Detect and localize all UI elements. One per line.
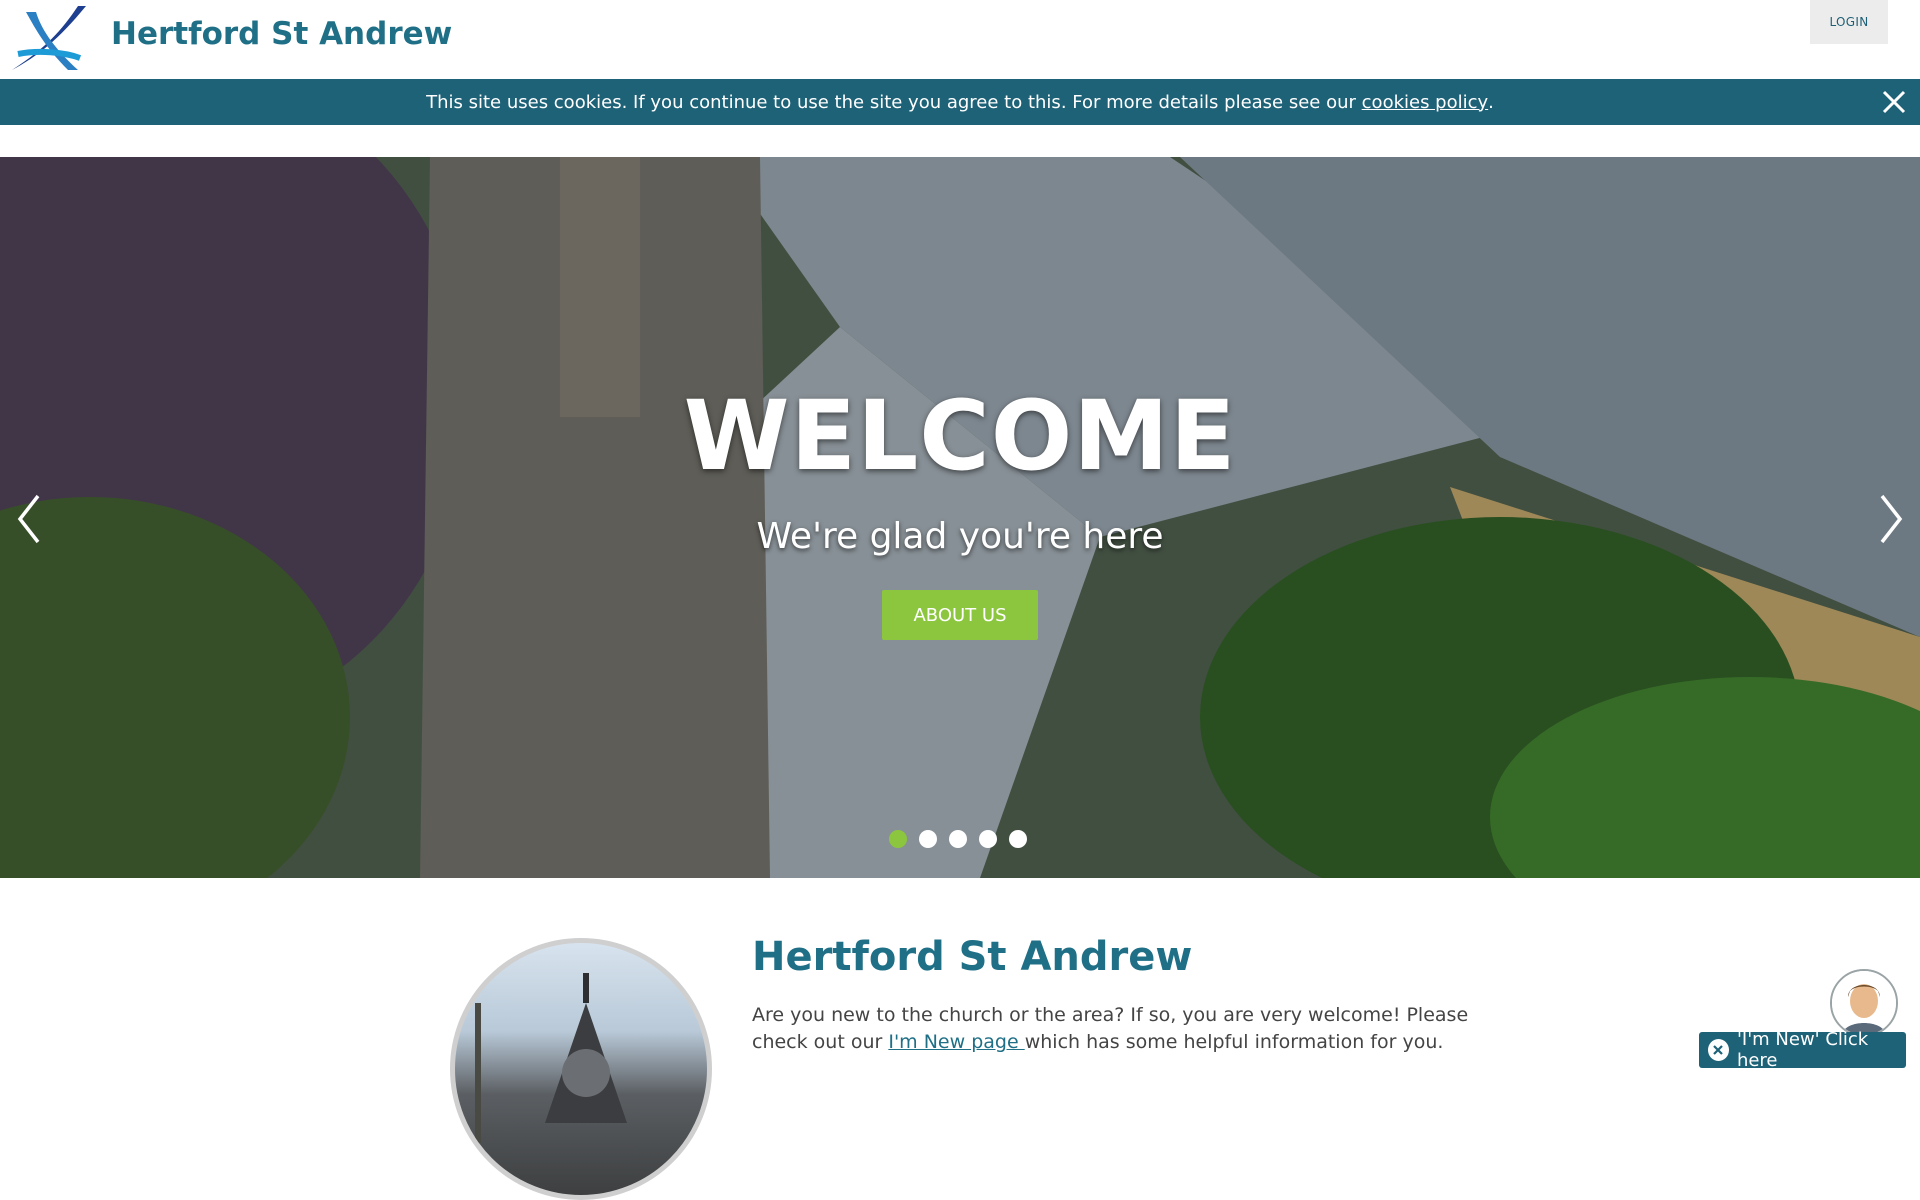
intro-text-end: which has some helpful information for y… [1024, 1031, 1444, 1053]
im-new-label: 'I'm New' Click here [1736, 1029, 1869, 1071]
login-button[interactable]: LOGIN [1810, 0, 1888, 44]
section-intro: Are you new to the church or the area? I… [752, 1002, 1492, 1056]
chevron-right-icon[interactable] [1876, 492, 1906, 546]
cookie-suffix: . [1488, 91, 1494, 113]
im-new-button[interactable]: 'I'm New' Click here [1699, 1029, 1906, 1071]
church-photo-illustration [475, 973, 627, 1143]
close-icon[interactable] [1708, 1039, 1729, 1061]
carousel-dot-1[interactable] [889, 830, 907, 848]
carousel-dot-4[interactable] [979, 830, 997, 848]
church-photo [450, 938, 712, 1200]
person-avatar-icon [1832, 971, 1896, 1035]
carousel-dot-3[interactable] [949, 830, 967, 848]
hero-title: WELCOME [683, 380, 1237, 492]
hero-subtitle: We're glad you're here [756, 516, 1164, 557]
site-title[interactable]: Hertford St Andrew [111, 16, 452, 52]
site-logo-icon[interactable] [8, 4, 92, 76]
carousel-indicators [889, 830, 1027, 848]
about-us-button[interactable]: ABOUT US [882, 590, 1038, 640]
chevron-left-icon[interactable] [14, 492, 44, 546]
carousel-dot-2[interactable] [919, 830, 937, 848]
cookie-banner: This site uses cookies. If you continue … [0, 79, 1920, 125]
close-icon[interactable] [1880, 88, 1908, 116]
cookie-text: This site uses cookies. If you continue … [426, 91, 1356, 113]
carousel-dot-5[interactable] [1009, 830, 1027, 848]
section-title: Hertford St Andrew [752, 934, 1193, 980]
im-new-link[interactable]: I'm New page [888, 1031, 1024, 1053]
helper-avatar[interactable] [1830, 969, 1898, 1037]
cookies-policy-link[interactable]: cookies policy [1362, 92, 1489, 113]
hero-carousel: WELCOME We're glad you're here ABOUT US [0, 157, 1920, 878]
site-header: Hertford St Andrew LOGIN [0, 0, 1920, 79]
